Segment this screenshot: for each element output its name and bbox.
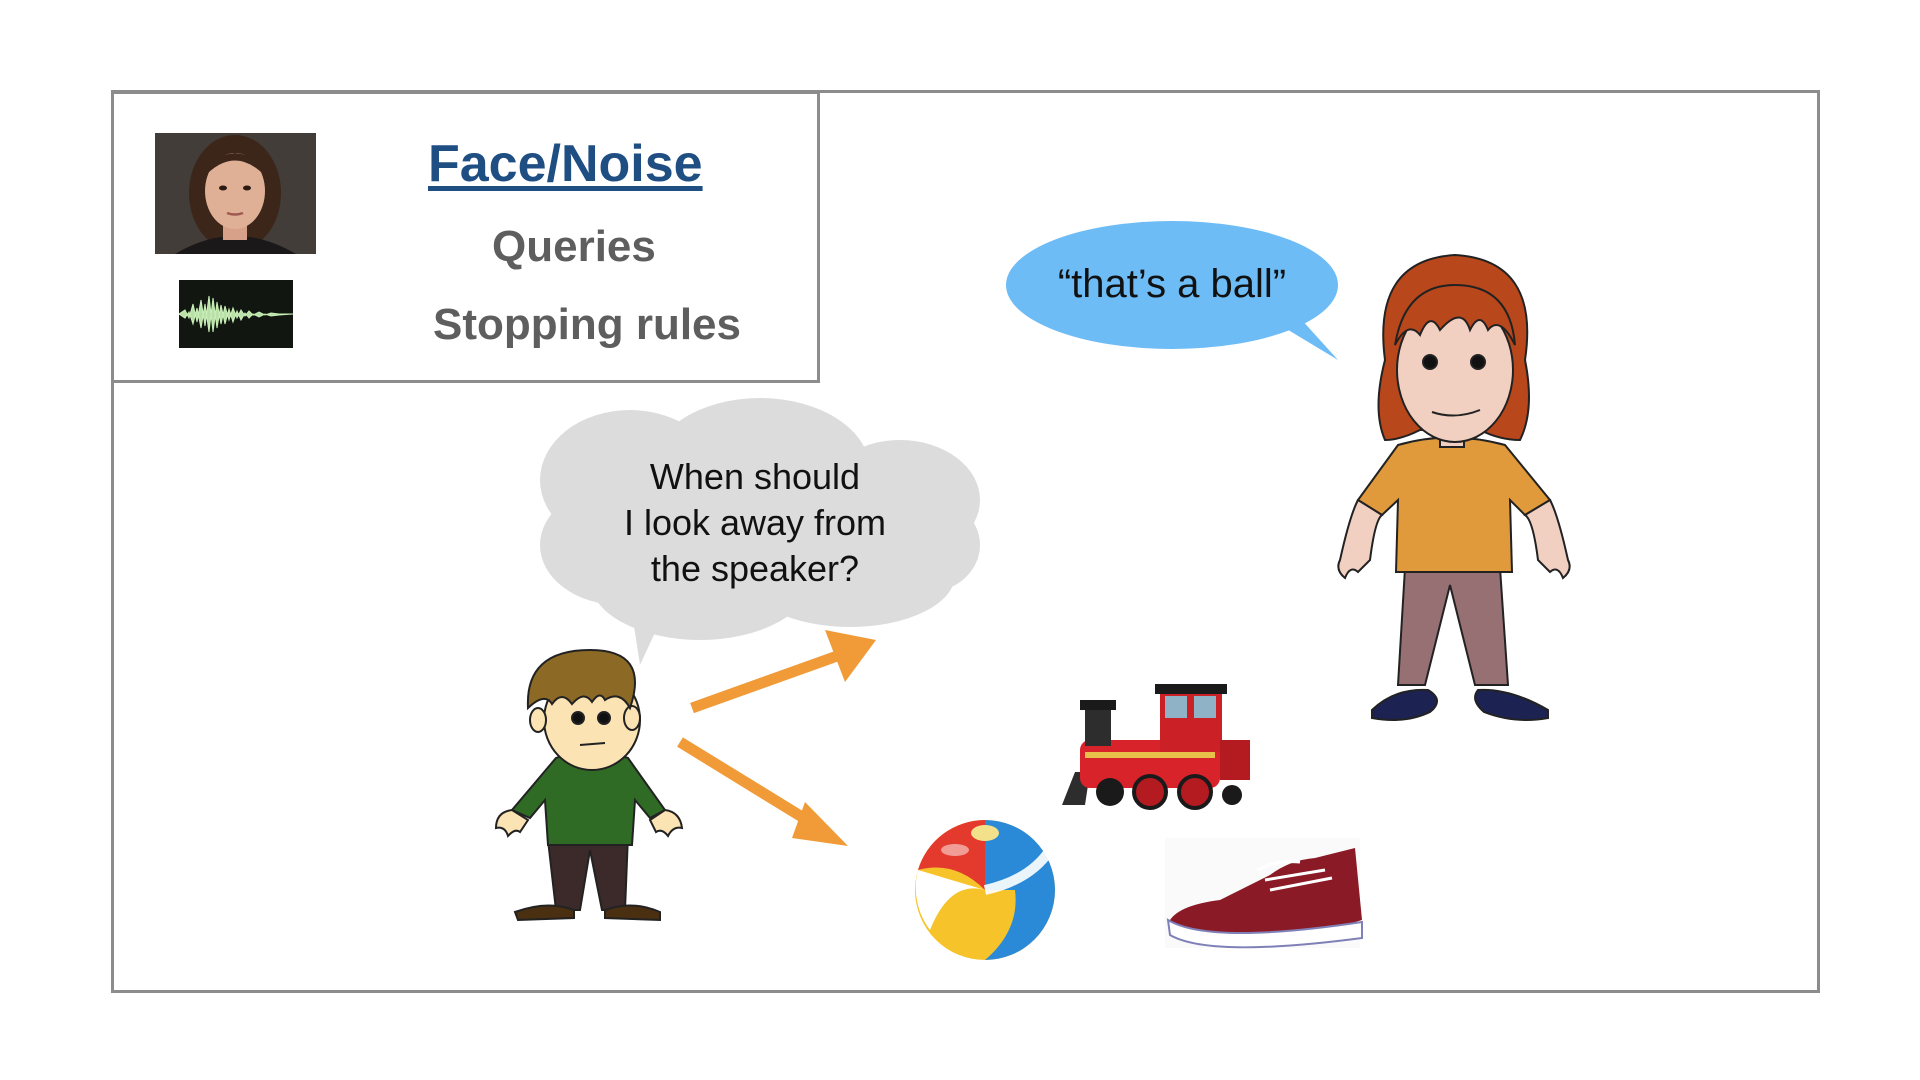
speaker-figure	[1337, 253, 1571, 721]
thought-bubble-text: When should I look away from the speaker…	[580, 454, 930, 592]
beach-ball-icon	[915, 820, 1055, 960]
child-figure	[494, 648, 684, 922]
scene-illustration	[494, 221, 1571, 960]
thought-line-2: I look away from	[623, 502, 887, 543]
speech-bubble-text: “that’s a ball”	[1057, 262, 1287, 306]
toy-train-icon	[1062, 684, 1250, 810]
arrow-to-speaker	[690, 630, 876, 714]
thought-line-3: the speaker?	[650, 548, 860, 589]
arrow-to-objects	[677, 737, 848, 846]
sneaker-icon	[1165, 838, 1363, 949]
thought-line-1: When should	[649, 456, 861, 497]
